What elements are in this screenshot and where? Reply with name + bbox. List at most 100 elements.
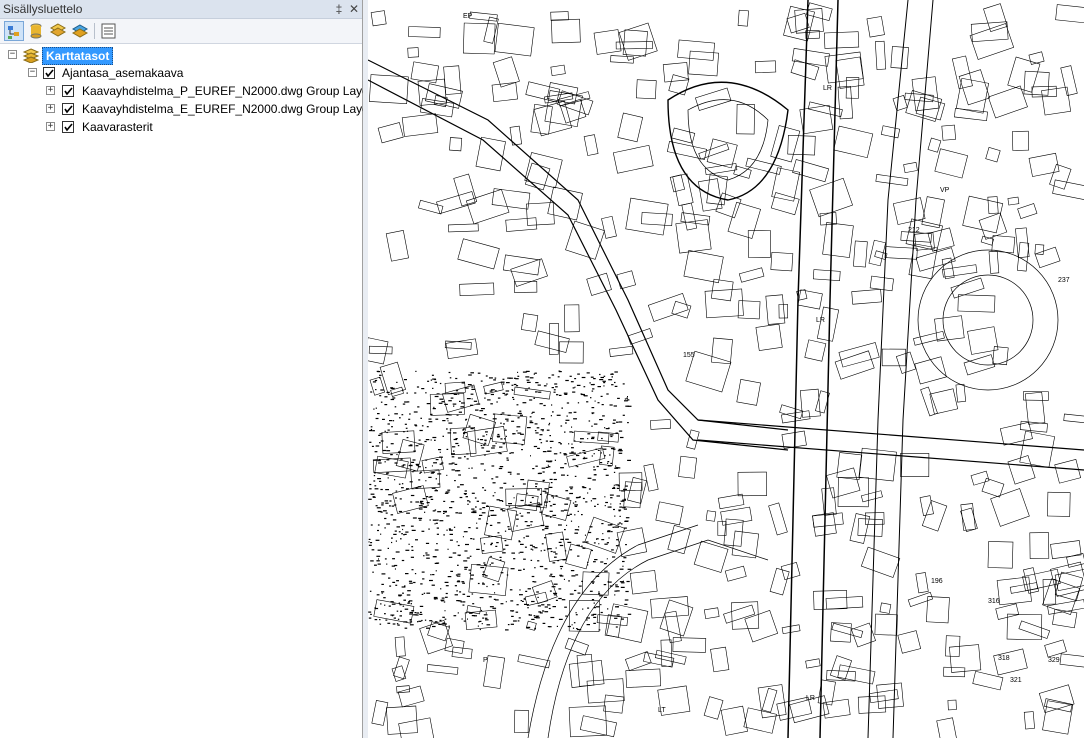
map-hatch-mark — [600, 395, 603, 397]
map-hatch-mark — [434, 621, 438, 623]
expand-icon[interactable]: + — [46, 104, 55, 113]
parcel-outline — [706, 138, 738, 169]
map-hatch-mark — [490, 555, 492, 558]
map-hatch-mark — [614, 526, 618, 528]
map-hatch-mark — [375, 505, 378, 507]
close-icon[interactable]: ✕ — [346, 1, 362, 17]
layer-label[interactable]: Kaavayhdistelma_P_EUREF_N2000.dwg Group … — [82, 84, 373, 98]
map-hatch-mark — [532, 468, 535, 470]
expand-icon[interactable]: + — [46, 122, 55, 131]
map-hatch-mark — [607, 608, 609, 610]
map-hatch-mark — [520, 499, 524, 502]
group-layer-label[interactable]: Ajantasa_asemakaava — [62, 66, 183, 80]
map-hatch-mark — [549, 478, 553, 480]
map-hatch-mark — [434, 549, 439, 551]
map-hatch-mark — [469, 555, 472, 557]
tree-layer-row[interactable]: + Kaavarasterit — [0, 118, 362, 136]
map-hatch-mark — [425, 480, 427, 482]
layer-label[interactable]: Kaavarasterit — [82, 120, 153, 134]
collapse-icon[interactable]: − — [28, 68, 37, 77]
map-hatch-mark — [572, 387, 575, 389]
map-label: 155 — [683, 352, 695, 359]
parcel-outline — [853, 240, 868, 268]
tree-root-row[interactable]: − Karttatasot — [0, 46, 362, 65]
options-button[interactable] — [99, 21, 119, 41]
map-hatch-mark — [583, 386, 586, 388]
parcel-outline — [568, 705, 608, 738]
parcel-outline — [386, 705, 418, 735]
parcel-outline — [791, 48, 830, 67]
layers-icon — [22, 48, 40, 63]
map-hatch-mark — [544, 611, 549, 613]
map-hatch-mark — [475, 527, 479, 529]
map-hatch-mark — [371, 445, 374, 447]
map-hatch-mark — [421, 530, 425, 532]
map-hatch-mark — [591, 599, 595, 601]
parcel-outline — [972, 670, 1004, 691]
parcel-outline — [625, 197, 669, 236]
map-hatch-mark — [615, 586, 619, 588]
visibility-checkbox[interactable] — [43, 67, 55, 79]
tree-group-row[interactable]: − Ajantasa_asemakaava — [0, 64, 362, 82]
list-by-visibility-button[interactable] — [48, 21, 68, 41]
map-hatch-mark — [544, 537, 547, 539]
map-hatch-mark — [466, 453, 469, 455]
pin-icon[interactable]: ‡ — [331, 1, 347, 17]
map-hatch-mark — [544, 492, 549, 494]
cadastral-map-drawing[interactable]: LRLRLRLTPEPVP212196316318 329321155237 — [368, 0, 1084, 738]
map-hatch-mark — [466, 458, 469, 460]
parcel-outline — [927, 137, 942, 153]
map-hatch-mark — [507, 624, 510, 626]
parcel-outline — [875, 174, 909, 187]
map-hatch-mark — [415, 445, 419, 447]
tree-layer-row[interactable]: + Kaavayhdistelma_P_EUREF_N2000.dwg Grou… — [0, 82, 373, 100]
data-frame-label[interactable]: Karttatasot — [42, 47, 114, 65]
map-view[interactable]: LR LR LR LT P EP VP 212 196 316 318 329 321 155 237 — [368, 0, 1084, 738]
map-hatch-mark — [479, 628, 481, 631]
map-hatch-mark — [419, 613, 423, 615]
list-by-source-button[interactable] — [26, 21, 46, 41]
expand-icon[interactable]: + — [46, 86, 55, 95]
map-hatch-mark — [446, 474, 448, 476]
map-hatch-mark — [469, 572, 471, 574]
map-hatch-mark — [543, 549, 546, 551]
tree-layer-row[interactable]: + Kaavayhdistelma_E_EUREF_N2000.dwg Grou… — [0, 100, 373, 118]
map-hatch-mark — [406, 437, 409, 439]
map-hatch-mark — [587, 438, 589, 440]
map-hatch-mark — [577, 555, 580, 557]
map-hatch-mark — [374, 564, 377, 566]
map-hatch-mark — [613, 484, 615, 486]
map-hatch-mark — [612, 556, 616, 558]
map-hatch-mark — [471, 388, 475, 390]
map-hatch-mark — [609, 404, 613, 406]
map-hatch-mark — [577, 592, 581, 594]
collapse-icon[interactable]: − — [8, 50, 17, 59]
map-hatch-mark — [425, 496, 428, 498]
map-hatch-mark — [372, 381, 377, 383]
map-hatch-mark — [448, 528, 451, 530]
map-hatch-mark — [427, 380, 430, 382]
visibility-checkbox[interactable] — [62, 103, 74, 115]
map-hatch-mark — [519, 512, 521, 514]
map-hatch-mark — [615, 584, 618, 586]
map-hatch-mark — [577, 373, 580, 375]
map-hatch-mark — [413, 470, 416, 472]
visibility-checkbox[interactable] — [62, 85, 74, 97]
map-hatch-mark — [437, 511, 442, 513]
map-hatch-mark — [515, 514, 519, 516]
map-hatch-mark — [457, 573, 461, 575]
layer-label[interactable]: Kaavayhdistelma_E_EUREF_N2000.dwg Group … — [82, 102, 373, 116]
map-hatch-mark — [411, 569, 414, 571]
map-hatch-mark — [486, 585, 488, 588]
map-hatch-mark — [386, 563, 388, 565]
map-hatch-mark — [560, 538, 564, 540]
map-hatch-mark — [523, 568, 525, 570]
parcel-outline — [426, 664, 459, 675]
list-by-drawing-order-button[interactable] — [4, 21, 24, 41]
list-by-selection-button[interactable] — [70, 21, 90, 41]
parcel-outline — [397, 685, 425, 708]
visibility-checkbox[interactable] — [62, 121, 74, 133]
map-hatch-mark — [385, 512, 388, 514]
map-hatch-mark — [553, 583, 558, 585]
map-hatch-mark — [454, 585, 457, 587]
